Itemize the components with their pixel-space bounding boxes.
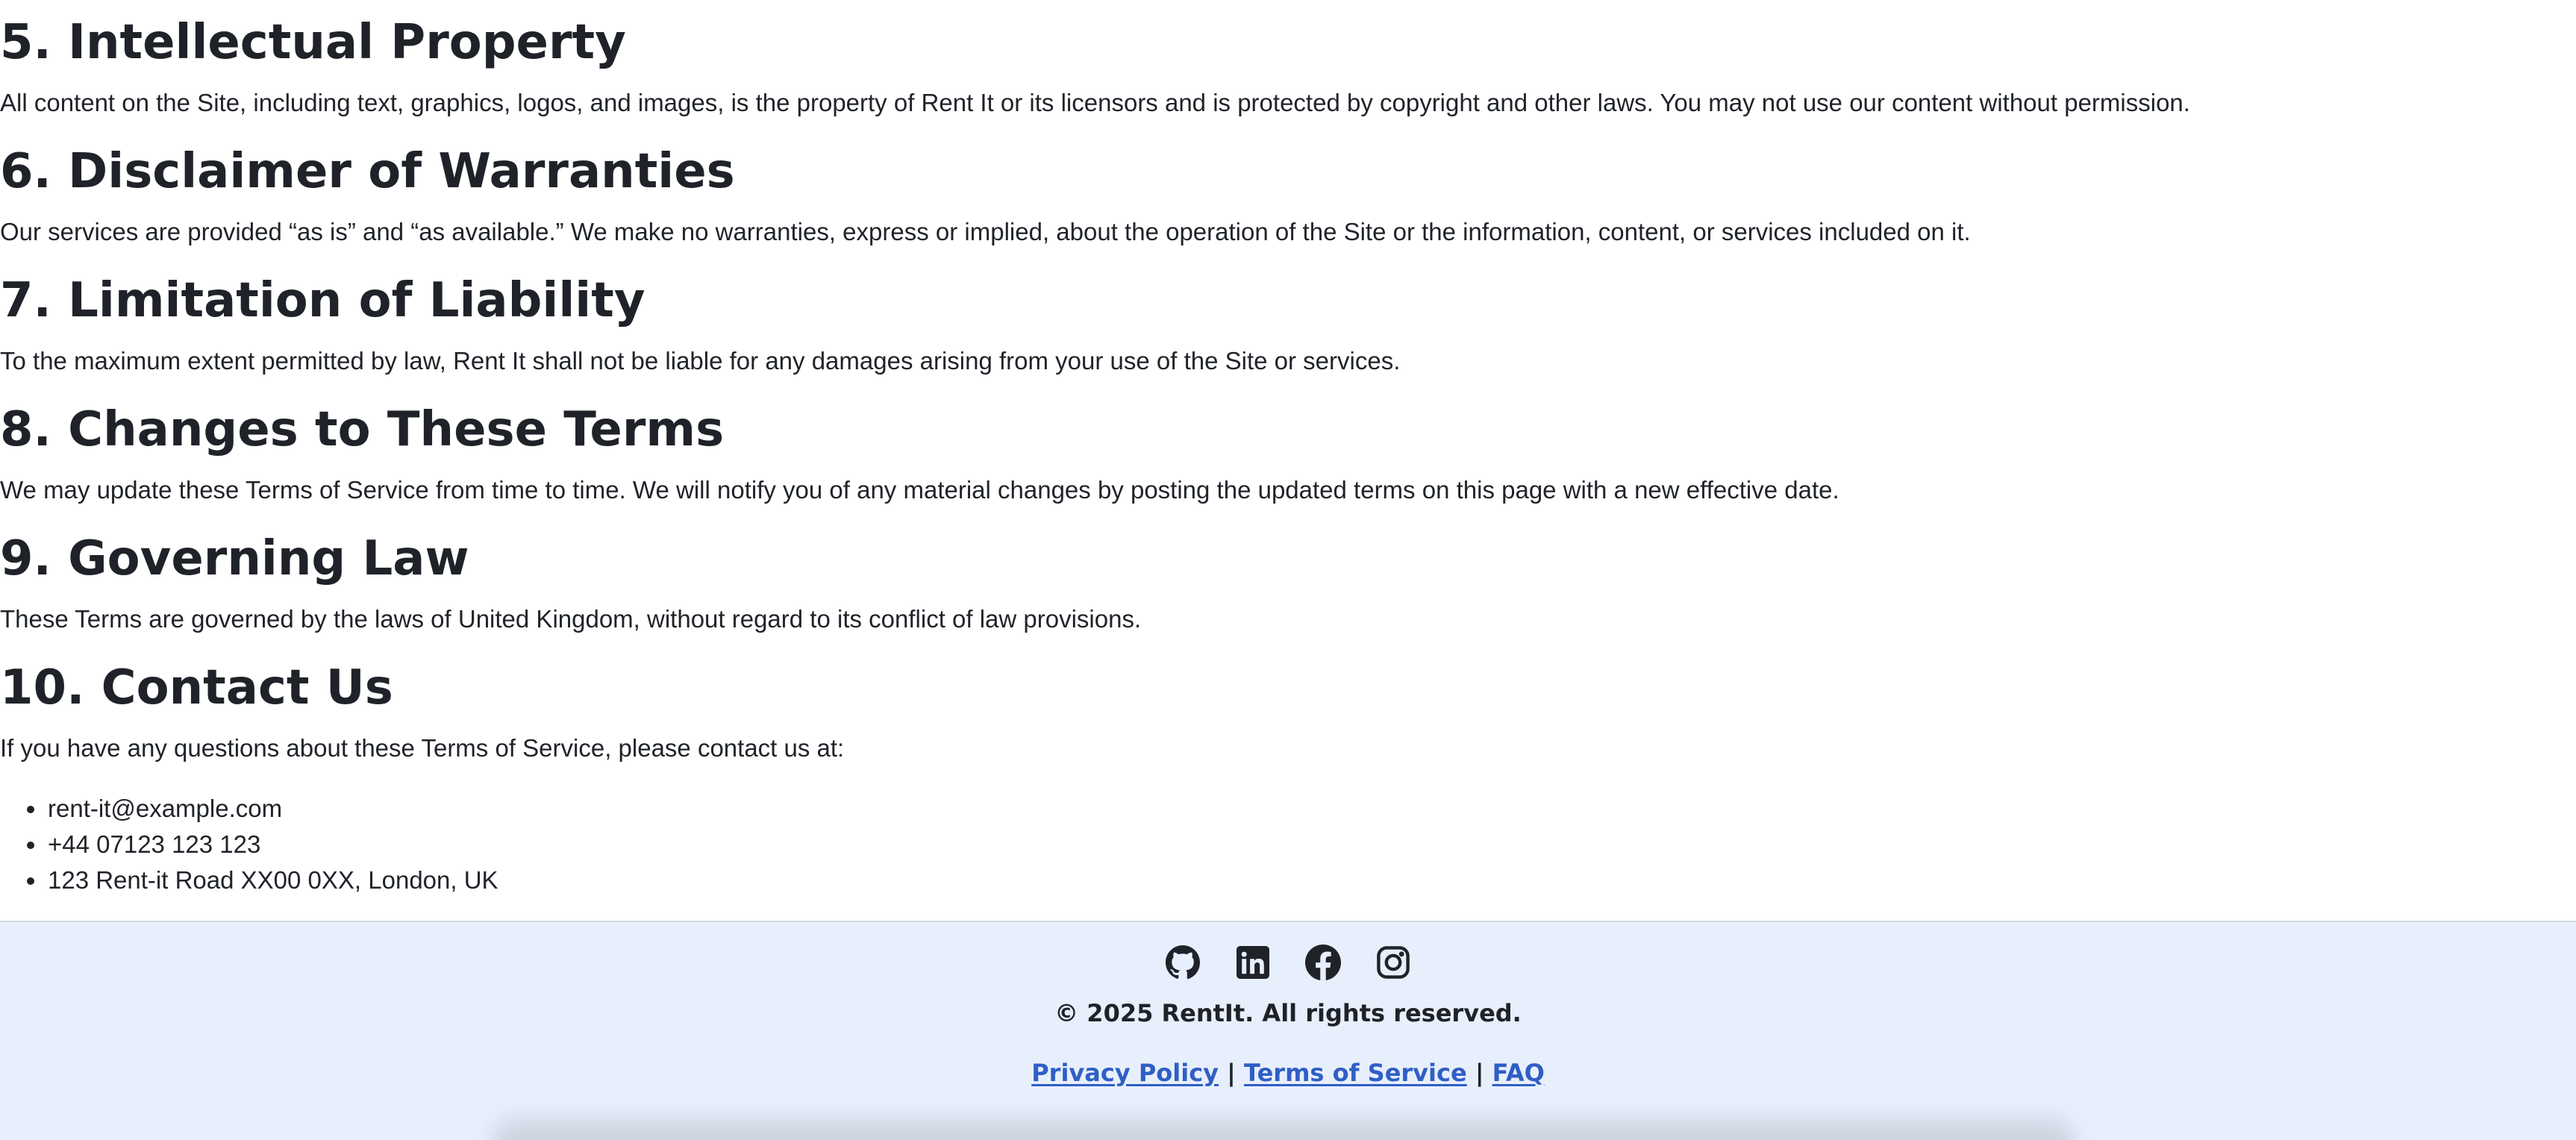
- link-separator: |: [1475, 1059, 1484, 1087]
- section-body: If you have any questions about these Te…: [0, 734, 845, 762]
- contact-address: 123 Rent-it Road XX00 0XX, London, UK: [0, 862, 498, 898]
- section-body: These Terms are governed by the laws of …: [0, 605, 1142, 633]
- privacy-policy-link[interactable]: Privacy Policy: [1031, 1059, 1219, 1087]
- contact-email: rent-it@example.com: [0, 791, 498, 827]
- section-heading: 8. Changes to These Terms: [0, 402, 725, 457]
- link-separator: |: [1227, 1059, 1236, 1087]
- section-heading: 10. Contact Us: [0, 660, 393, 715]
- github-link[interactable]: [1165, 945, 1201, 980]
- instagram-link[interactable]: [1375, 945, 1411, 980]
- facebook-icon: [1305, 945, 1341, 980]
- section-heading: 6. Disclaimer of Warranties: [0, 144, 735, 199]
- linkedin-icon: [1235, 945, 1271, 980]
- social-links: [0, 945, 2576, 980]
- section-body: Our services are provided “as is” and “a…: [0, 218, 1971, 245]
- section-body: To the maximum extent permitted by law, …: [0, 347, 1401, 375]
- github-icon: [1165, 945, 1201, 980]
- contact-phone: +44 07123 123 123: [0, 827, 498, 862]
- linkedin-link[interactable]: [1235, 945, 1271, 980]
- section-heading: 7. Limitation of Liability: [0, 273, 645, 328]
- contact-list: rent-it@example.com +44 07123 123 123 12…: [0, 791, 498, 898]
- footer-shadow: [493, 1119, 2075, 1140]
- copyright-text: © 2025 RentIt. All rights reserved.: [1054, 999, 1522, 1027]
- section-heading: 9. Governing Law: [0, 531, 469, 586]
- footer-links: Privacy Policy | Terms of Service | FAQ: [0, 1061, 2576, 1085]
- terms-of-service-link[interactable]: Terms of Service: [1244, 1059, 1467, 1087]
- section-body: All content on the Site, including text,…: [0, 89, 2190, 116]
- section-heading: 5. Intellectual Property: [0, 15, 626, 70]
- section-body: We may update these Terms of Service fro…: [0, 476, 1839, 504]
- facebook-link[interactable]: [1305, 945, 1341, 980]
- site-footer: © 2025 RentIt. All rights reserved. Priv…: [0, 921, 2576, 1140]
- faq-link[interactable]: FAQ: [1492, 1059, 1545, 1087]
- instagram-icon: [1375, 945, 1411, 980]
